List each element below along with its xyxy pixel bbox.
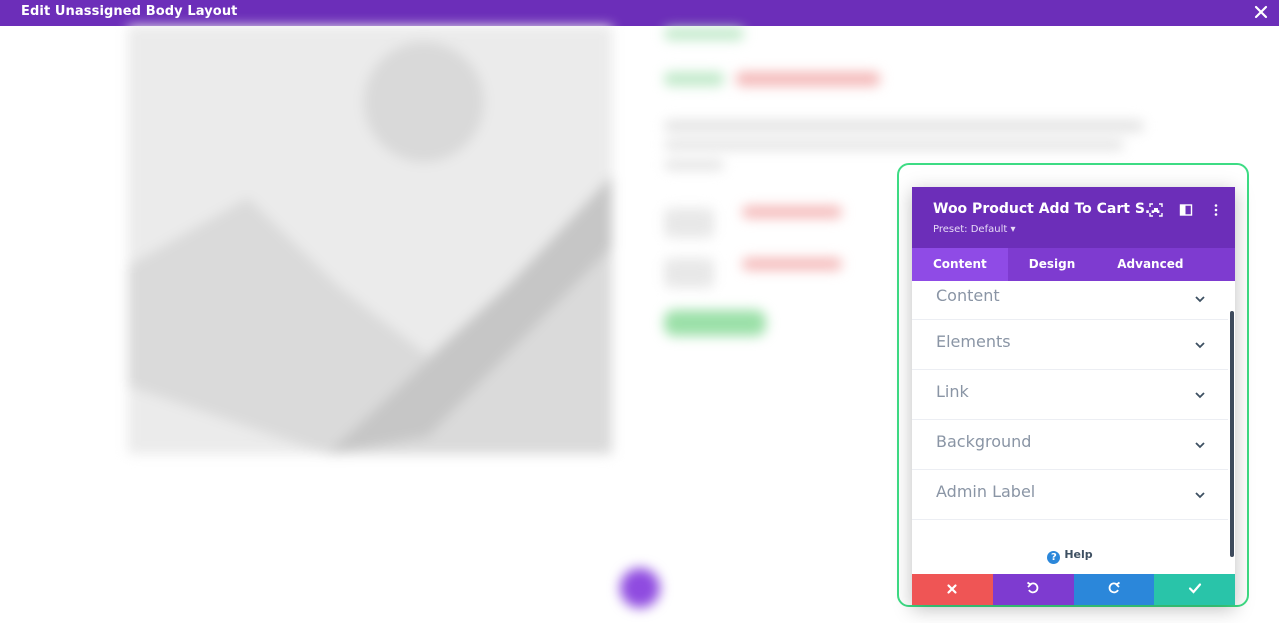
help-label: Help [1064,548,1093,561]
redo-icon [1107,580,1121,599]
blurred-description [664,140,1124,150]
split-view-icon[interactable] [1179,202,1193,216]
expand-icon[interactable] [1149,202,1163,217]
blurred-rating [664,28,744,40]
help-icon: ? [1047,551,1061,564]
tab-content[interactable]: Content [912,248,1008,281]
tab-design[interactable]: Design [1008,248,1097,281]
more-vertical-icon[interactable] [1209,202,1223,216]
section-label: Admin Label [936,482,1036,501]
undo-button[interactable] [992,574,1074,605]
discard-icon [946,580,958,599]
layout-title: Edit Unassigned Body Layout [21,4,238,19]
undo-icon [1026,580,1040,599]
modal-footer [912,574,1235,605]
blurred-attribute [664,208,714,238]
chevron-down-icon [1194,290,1206,303]
blurred-add-to-cart [664,310,766,336]
help-link[interactable]: ? Help [912,548,1228,564]
blurred-attribute [664,258,714,288]
section-admin-label[interactable]: Admin Label [912,470,1228,520]
blurred-attribute [742,206,842,218]
top-bar: Edit Unassigned Body Layout [0,0,1279,26]
section-label: Link [936,382,969,401]
section-label: Background [936,432,1032,451]
modal-title: Woo Product Add To Cart S... [933,201,1161,217]
section-label: Content [936,286,1000,305]
module-settings-modal: Woo Product Add To Cart S... Preset: Def… [912,187,1235,605]
modal-tabs: Content Design Advanced [912,248,1235,281]
settings-sections: Content Elements Link Background Admin L… [912,281,1228,576]
redo-button[interactable] [1073,574,1155,605]
section-content[interactable]: Content [912,281,1228,320]
chevron-down-icon [1194,386,1206,399]
blurred-price [664,72,724,86]
blurred-sale-price [736,72,880,86]
tab-advanced[interactable]: Advanced [1096,248,1204,281]
close-icon[interactable] [1252,3,1270,21]
save-button[interactable] [1154,574,1235,605]
discard-button[interactable] [912,574,993,605]
section-label: Elements [936,332,1011,351]
section-elements[interactable]: Elements [912,320,1228,370]
blurred-add-module-button [620,568,660,608]
product-image-placeholder [128,26,612,454]
blurred-description [664,160,724,170]
preset-selector[interactable]: Preset: Default ▾ [933,224,1015,235]
chevron-down-icon [1194,336,1206,349]
blurred-description [664,120,1144,132]
section-background[interactable]: Background [912,420,1228,470]
save-check-icon [1188,580,1202,599]
chevron-down-icon [1194,436,1206,449]
section-link[interactable]: Link [912,370,1228,420]
chevron-down-icon [1194,486,1206,499]
blurred-attribute [742,258,842,270]
modal-header[interactable]: Woo Product Add To Cart S... Preset: Def… [912,187,1235,248]
scrollbar[interactable] [1230,311,1234,557]
